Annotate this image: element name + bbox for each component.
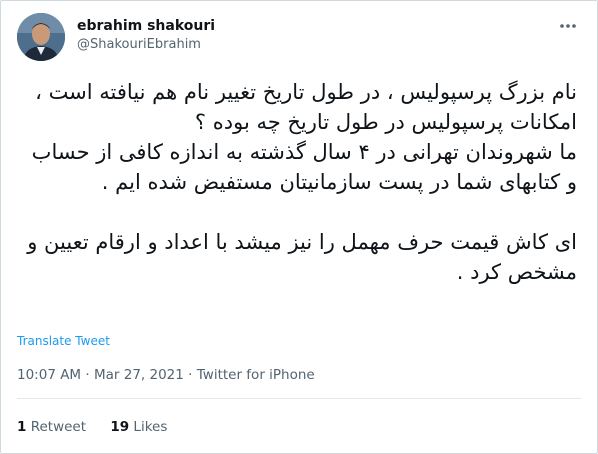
retweets-stat[interactable]: 1 Retweet: [17, 419, 86, 435]
likes-label: Likes: [133, 419, 168, 435]
divider: [17, 398, 581, 399]
tweet-time[interactable]: 10:07 AM: [17, 367, 81, 383]
tweet-card: ebrahim shakouri @ShakouriEbrahim نام بز…: [0, 0, 598, 454]
likes-count: 19: [110, 419, 130, 435]
avatar-photo: [17, 13, 65, 61]
tweet-paragraph: امکانات پرسپولیس در طول تاریخ چه بوده ؟: [194, 110, 577, 134]
translate-tweet-link[interactable]: Translate Tweet: [17, 334, 110, 348]
likes-stat[interactable]: 19 Likes: [110, 419, 167, 435]
tweet-stats: 1 Retweet 19 Likes: [17, 419, 187, 435]
meta-separator: ·: [188, 367, 193, 383]
user-names: ebrahim shakouri @ShakouriEbrahim: [77, 17, 215, 55]
tweet-paragraph-blank: [17, 197, 577, 227]
tweet-source[interactable]: Twitter for iPhone: [197, 367, 315, 383]
meta-separator: ·: [85, 367, 90, 383]
display-name[interactable]: ebrahim shakouri: [77, 17, 215, 35]
avatar[interactable]: [17, 13, 65, 61]
retweets-count: 1: [17, 419, 27, 435]
tweet-date[interactable]: Mar 27, 2021: [94, 367, 184, 383]
more-button[interactable]: [557, 15, 579, 37]
user-handle[interactable]: @ShakouriEbrahim: [77, 35, 215, 55]
tweet-paragraph: ما شهروندان تهرانی در ۴ سال گذشته به اند…: [24, 140, 577, 194]
more-horizontal-icon: [560, 24, 576, 28]
retweets-label: Retweet: [30, 419, 87, 435]
tweet-header: ebrahim shakouri @ShakouriEbrahim: [17, 13, 581, 61]
tweet-meta: 10:07 AM · Mar 27, 2021 · Twitter for iP…: [17, 367, 315, 383]
tweet-paragraph: ای کاش قیمت حرف مهمل را نیز میشد با اعدا…: [20, 230, 577, 284]
tweet-paragraph: نام بزرگ پرسپولیس ، در طول تاریخ تغییر ن…: [35, 80, 577, 104]
tweet-text: نام بزرگ پرسپولیس ، در طول تاریخ تغییر ن…: [17, 77, 577, 287]
